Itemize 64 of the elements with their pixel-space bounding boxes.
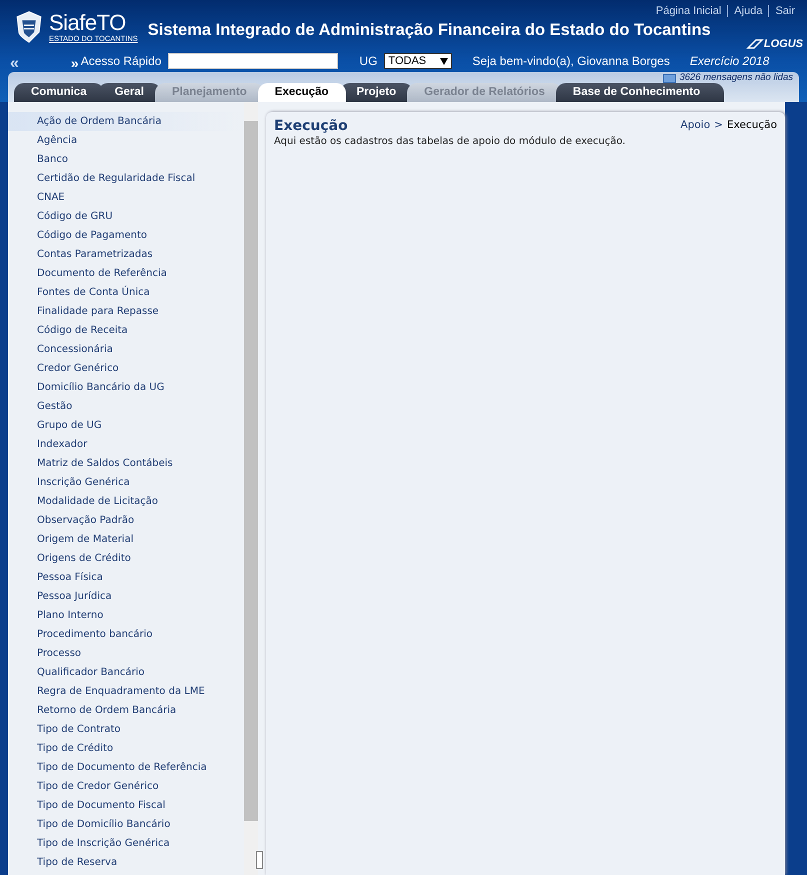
sidebar-item[interactable]: CNAE <box>8 188 244 207</box>
messages-link[interactable]: 3626 mensagens não lidas <box>679 73 793 83</box>
sidebar-item[interactable]: Código de Pagamento <box>8 226 244 245</box>
header-link[interactable]: Sair <box>769 5 801 17</box>
breadcrumb-separator: > <box>714 119 723 131</box>
sidebar-item[interactable]: Indexador <box>8 435 244 454</box>
ug-label: UG <box>359 54 378 68</box>
description-text: Aqui estão os cadastros das tabelas de apoio do módulo de execução. <box>274 136 626 147</box>
sidebar-item[interactable]: Plano Interno <box>8 606 244 625</box>
quick-access-field[interactable] <box>168 53 338 69</box>
sidebar-item[interactable]: Grupo de UG <box>8 416 244 435</box>
sidebar-item[interactable]: Tipo de Documento de Referência <box>8 758 244 777</box>
sidebar-item[interactable]: Qualificador Bancário <box>8 663 244 682</box>
sidebar-item[interactable]: Modalidade de Licitação <box>8 492 244 511</box>
sidebar-item[interactable]: Fontes de Conta Única <box>8 283 244 302</box>
welcome-text: Seja bem-vindo(a), Giovanna Borges <box>472 54 670 68</box>
sidebar-item[interactable]: Origens de Crédito <box>8 549 244 568</box>
sidebar-item[interactable]: Matriz de Saldos Contábeis <box>8 454 244 473</box>
sidebar-item[interactable]: Código de Receita <box>8 321 244 340</box>
quick-access-label: Acesso Rápido <box>80 54 162 68</box>
header-link[interactable]: Página Inicial <box>650 5 728 17</box>
sidebar-item[interactable]: Credor Genérico <box>8 359 244 378</box>
logo-name: SiafeTO <box>49 12 127 34</box>
sidebar-item[interactable]: Tipo de Contrato <box>8 720 244 739</box>
sidebar-item[interactable]: Procedimento bancário <box>8 625 244 644</box>
sidebar-item[interactable]: Finalidade para Repasse <box>8 302 244 321</box>
sidebar-item[interactable]: Tipo de Inscrição Genérica <box>8 834 244 853</box>
collapse-link[interactable]: « <box>10 55 19 73</box>
sidebar-item[interactable]: Retorno de Ordem Bancária <box>8 701 244 720</box>
ug-dropdown[interactable]: TODAS <box>384 53 452 69</box>
app-title: Sistema Integrado de Administração Financeira do Estado do Tocantins <box>148 21 711 40</box>
breadcrumb-item[interactable]: Apoio <box>680 119 710 131</box>
splitter-handle[interactable] <box>256 851 263 869</box>
sidebar-item[interactable]: Gestão <box>8 397 244 416</box>
sidebar-item[interactable]: Tipo de Documento Fiscal <box>8 796 244 815</box>
sidebar-item[interactable]: Regra de Enquadramento da LME <box>8 682 244 701</box>
sidebar-item[interactable]: Contas Parametrizadas <box>8 245 244 264</box>
tab[interactable]: Execução <box>258 83 346 102</box>
sidebar-item[interactable]: Tipo de Domicílio Bancário <box>8 815 244 834</box>
page-title: Execução <box>274 118 348 134</box>
sidebar-item[interactable]: Certidão de Regularidade Fiscal <box>8 169 244 188</box>
sidebar-item[interactable]: Tipo de Crédito <box>8 739 244 758</box>
vendor-logo: LOGUS <box>746 38 803 50</box>
sidebar-item[interactable]: Pessoa Jurídica <box>8 587 244 606</box>
sidebar-item[interactable]: Processo <box>8 644 244 663</box>
sidebar-item[interactable]: Agência <box>8 131 244 150</box>
scrollbar[interactable] <box>244 102 258 875</box>
sidebar-item[interactable]: Documento de Referência <box>8 264 244 283</box>
sidebar-item[interactable]: Banco <box>8 150 244 169</box>
sidebar-item[interactable]: Origem de Material <box>8 530 244 549</box>
breadcrumb-item: Execução <box>726 119 777 131</box>
sidebar-item[interactable]: Concessionária <box>8 340 244 359</box>
sidebar-item[interactable]: Tipo de Reserva <box>8 853 244 872</box>
sidebar-item[interactable]: Domicílio Bancário da UG <box>8 378 244 397</box>
caret-icon <box>440 58 448 64</box>
fiscal-year: Exercício 2018 <box>690 54 770 68</box>
tab[interactable]: Base de Conhecimento <box>556 83 724 102</box>
quick-access-marker: » <box>70 55 79 71</box>
sidebar-item[interactable]: Tipo de Credor Genérico <box>8 777 244 796</box>
sidebar-item[interactable]: Pessoa Física <box>8 568 244 587</box>
header-link[interactable]: Ajuda <box>728 5 768 17</box>
sidebar-item[interactable]: Observação Padrão <box>8 511 244 530</box>
sidebar-item[interactable]: Inscrição Genérica <box>8 473 244 492</box>
sidebar-item[interactable]: Código de GRU <box>8 207 244 226</box>
